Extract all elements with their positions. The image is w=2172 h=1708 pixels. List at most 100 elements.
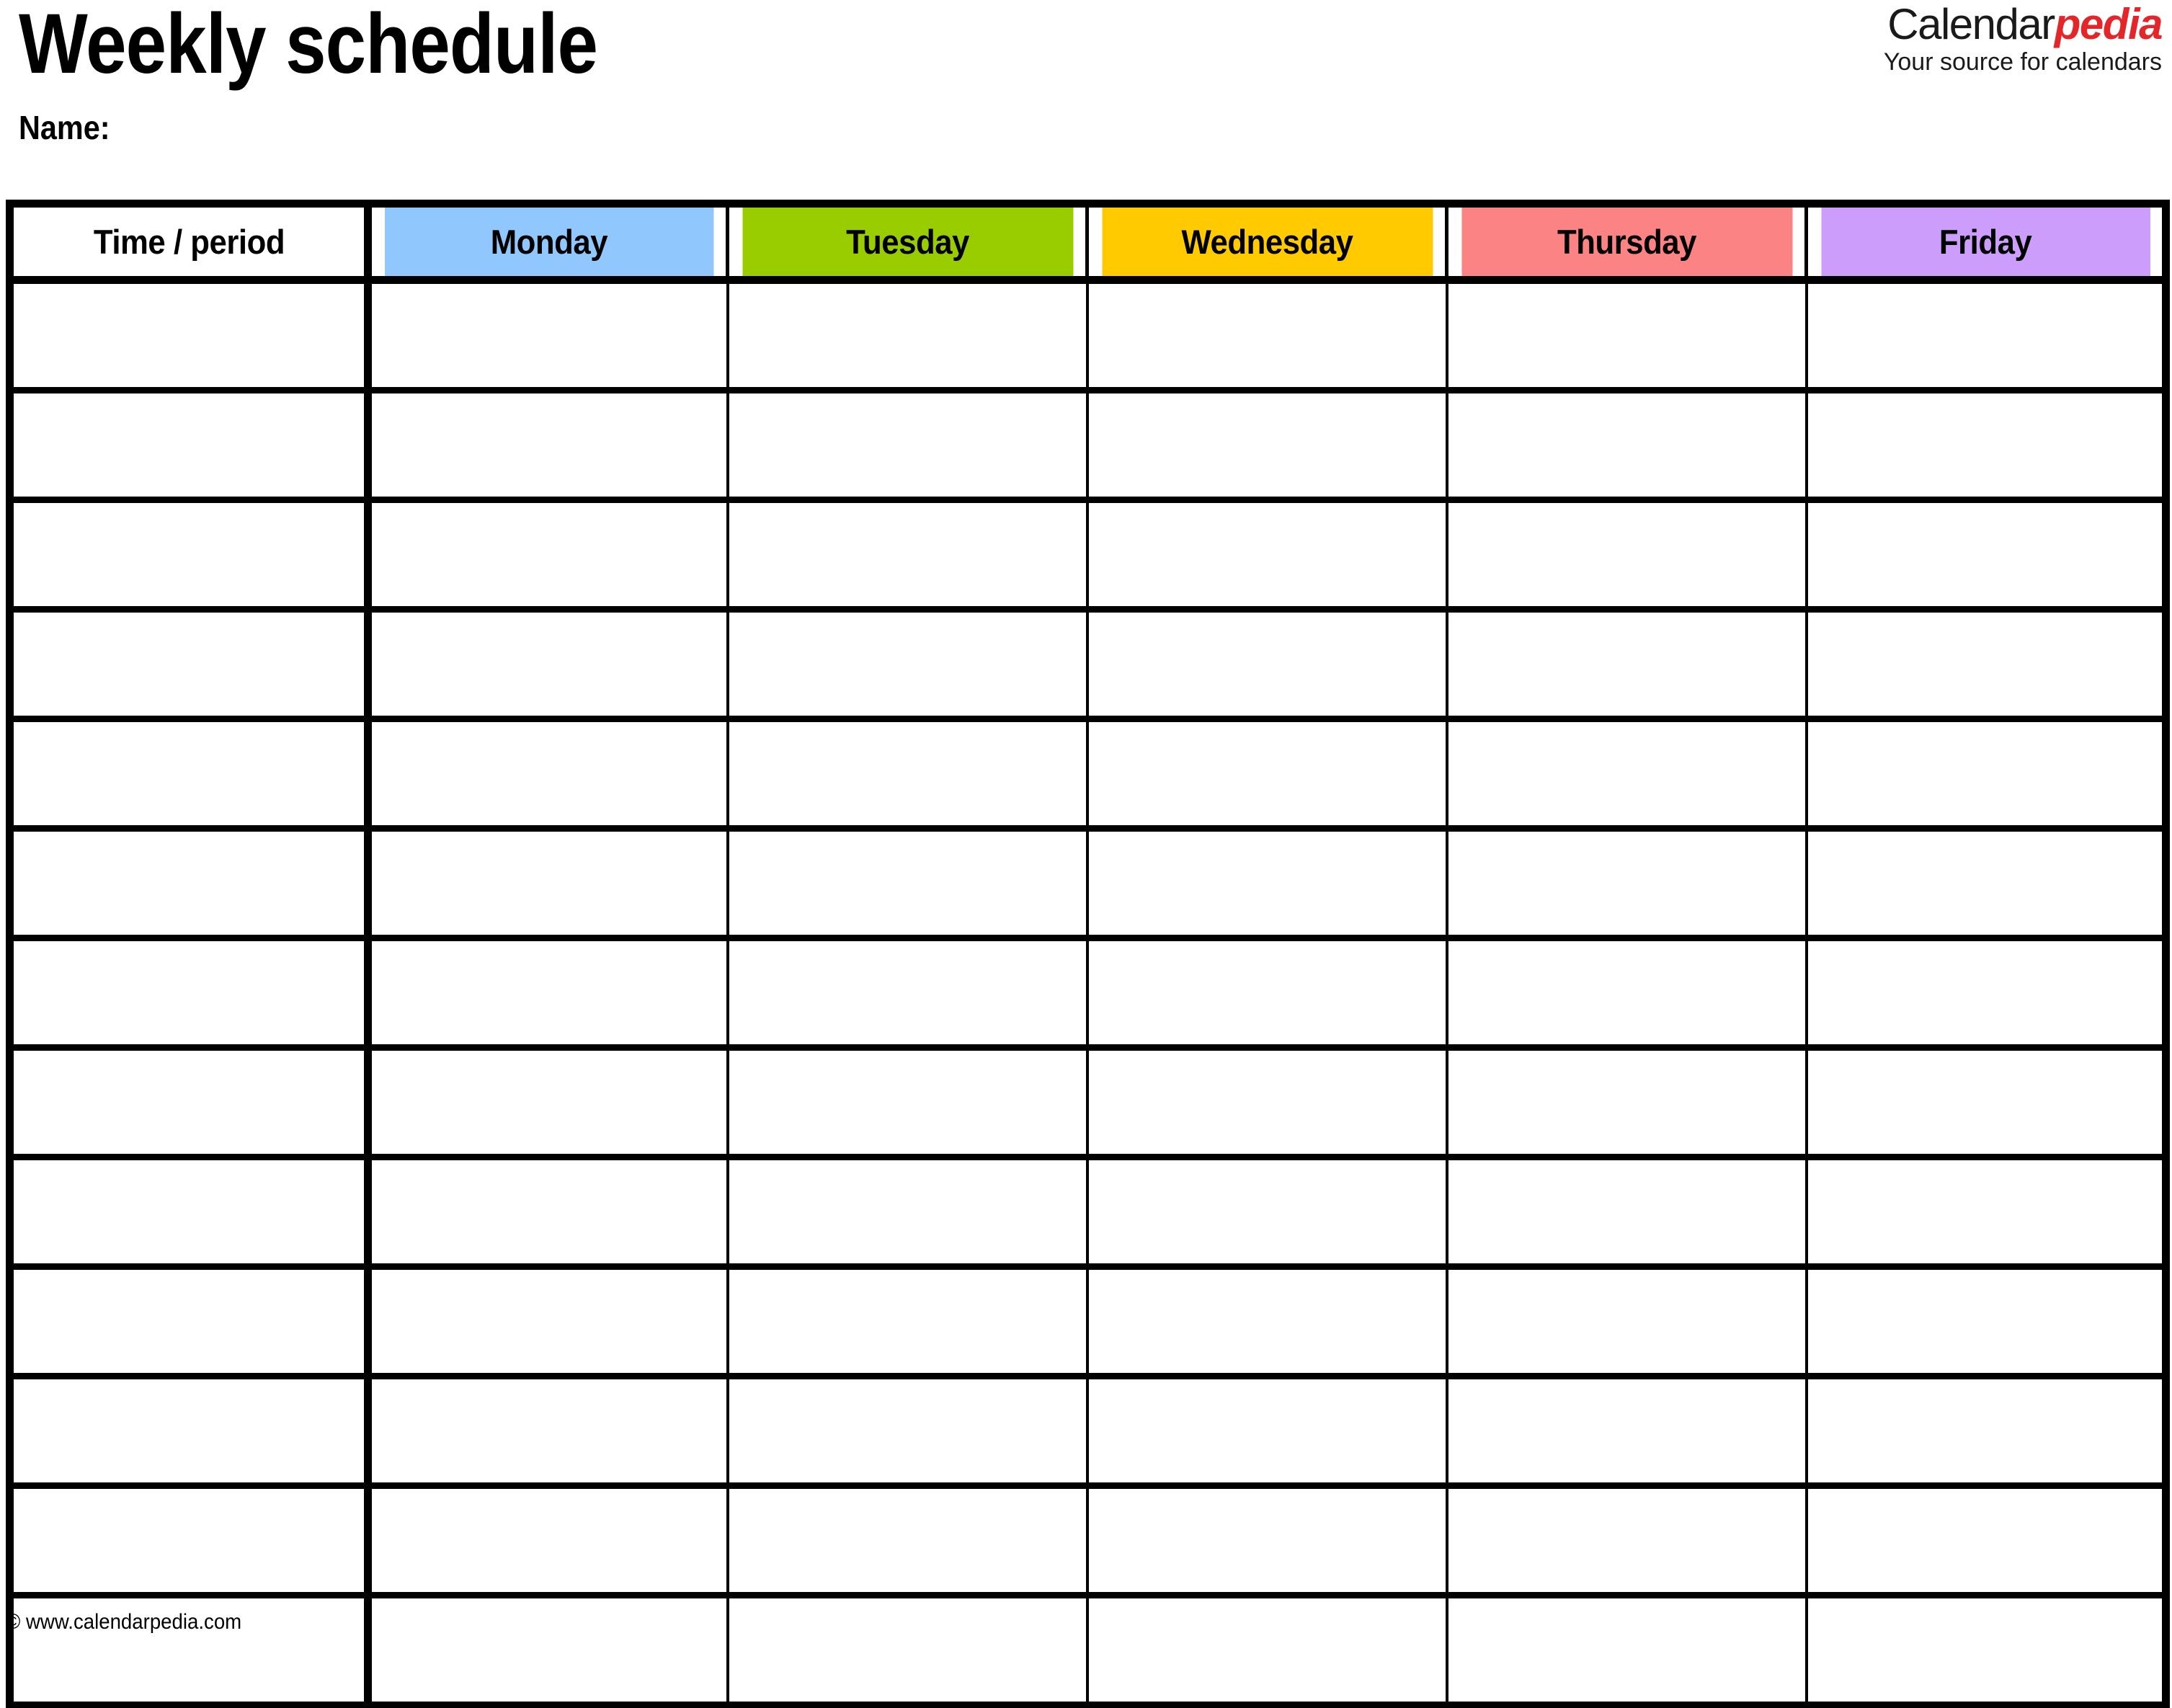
schedule-row <box>6 277 2170 391</box>
time-period-cell[interactable] <box>6 387 372 500</box>
schedule-cell-wednesday[interactable] <box>1085 1592 1448 1708</box>
column-header-monday: Monday <box>378 200 717 284</box>
schedule-row <box>6 1482 2170 1596</box>
schedule-cell-wednesday[interactable] <box>1085 277 1448 391</box>
schedule-cell-monday[interactable] <box>366 277 729 391</box>
schedule-cell-friday[interactable] <box>1804 716 2170 829</box>
schedule-cell-friday[interactable] <box>1804 1373 2170 1486</box>
schedule-cell-thursday[interactable] <box>1445 1154 1808 1267</box>
schedule-cell-monday[interactable] <box>366 1044 729 1157</box>
schedule-cell-friday[interactable] <box>1804 1044 2170 1157</box>
brand-tagline: Your source for calendars <box>1883 48 2162 76</box>
brand-wordmark: Calendarpedia <box>1884 0 2163 48</box>
schedule-cell-tuesday[interactable] <box>726 497 1089 610</box>
schedule-cell-thursday[interactable] <box>1445 277 1808 391</box>
schedule-cell-thursday[interactable] <box>1445 825 1808 938</box>
schedule-cell-friday[interactable] <box>1804 606 2170 719</box>
column-header-wednesday: Wednesday <box>1098 200 1436 284</box>
schedule-cell-thursday[interactable] <box>1445 935 1808 1048</box>
schedule-cell-tuesday[interactable] <box>726 1263 1089 1376</box>
schedule-row <box>6 1373 2170 1486</box>
schedule-cell-monday[interactable] <box>366 606 729 719</box>
brand-name-accent: pedia <box>2054 0 2163 48</box>
calendarpedia-logo: Calendarpedia Your source for calendars <box>1883 0 2163 76</box>
schedule-row <box>6 387 2170 500</box>
schedule-cell-wednesday[interactable] <box>1085 1263 1448 1376</box>
schedule-cell-tuesday[interactable] <box>726 387 1089 500</box>
schedule-cell-tuesday[interactable] <box>726 1373 1089 1486</box>
schedule-cell-friday[interactable] <box>1804 277 2170 391</box>
time-period-cell[interactable] <box>6 825 372 938</box>
schedule-cell-friday[interactable] <box>1804 935 2170 1048</box>
schedule-cell-monday[interactable] <box>366 716 729 829</box>
brand-name-primary: Calendar <box>1887 0 2055 48</box>
column-header-time-period: Time / period <box>18 200 360 284</box>
time-period-cell[interactable] <box>6 935 372 1048</box>
schedule-cell-monday[interactable] <box>366 387 729 500</box>
time-period-cell[interactable] <box>6 497 372 610</box>
schedule-cell-monday[interactable] <box>366 1263 729 1376</box>
schedule-cell-thursday[interactable] <box>1445 1592 1808 1708</box>
schedule-cell-friday[interactable] <box>1804 1592 2170 1708</box>
schedule-cell-wednesday[interactable] <box>1085 935 1448 1048</box>
schedule-cell-thursday[interactable] <box>1445 1263 1808 1376</box>
schedule-cell-wednesday[interactable] <box>1085 1154 1448 1267</box>
schedule-cell-tuesday[interactable] <box>726 1154 1089 1267</box>
schedule-cell-monday[interactable] <box>366 1373 729 1486</box>
schedule-cell-wednesday[interactable] <box>1085 1044 1448 1157</box>
schedule-cell-tuesday[interactable] <box>726 716 1089 829</box>
schedule-cell-tuesday[interactable] <box>726 825 1089 938</box>
schedule-cell-monday[interactable] <box>366 825 729 938</box>
schedule-cell-friday[interactable] <box>1804 1263 2170 1376</box>
schedule-cell-tuesday[interactable] <box>726 1592 1089 1708</box>
time-period-cell[interactable] <box>6 606 372 719</box>
schedule-cell-monday[interactable] <box>366 1482 729 1596</box>
schedule-cell-tuesday[interactable] <box>726 606 1089 719</box>
page-header: Weekly schedule Name: Calendarpedia Your… <box>0 0 2172 189</box>
schedule-cell-monday[interactable] <box>366 935 729 1048</box>
schedule-cell-thursday[interactable] <box>1445 1044 1808 1157</box>
column-header-friday: Friday <box>1817 200 2158 284</box>
schedule-cell-friday[interactable] <box>1804 1482 2170 1596</box>
schedule-row <box>6 606 2170 719</box>
schedule-cell-friday[interactable] <box>1804 1154 2170 1267</box>
schedule-cell-wednesday[interactable] <box>1085 716 1448 829</box>
schedule-table-container: Time / period Monday Tuesday Wednesday Thurs… <box>6 200 2170 1708</box>
schedule-cell-monday[interactable] <box>366 497 729 610</box>
time-period-cell[interactable] <box>6 716 372 829</box>
schedule-cell-monday[interactable] <box>366 1592 729 1708</box>
schedule-cell-tuesday[interactable] <box>726 277 1089 391</box>
schedule-cell-thursday[interactable] <box>1445 1482 1808 1596</box>
schedule-header-row-group: Time / period Monday Tuesday Wednesday Thurs… <box>10 200 2166 284</box>
time-period-cell[interactable] <box>6 1373 372 1486</box>
name-field-label: Name: <box>19 109 110 146</box>
schedule-cell-wednesday[interactable] <box>1085 387 1448 500</box>
time-period-cell[interactable] <box>6 1044 372 1157</box>
schedule-cell-friday[interactable] <box>1804 825 2170 938</box>
schedule-cell-tuesday[interactable] <box>726 1482 1089 1596</box>
schedule-row <box>6 825 2170 938</box>
time-period-cell[interactable] <box>6 1482 372 1596</box>
weekly-schedule-table: Time / period Monday Tuesday Wednesday Thurs… <box>6 200 2170 1708</box>
schedule-cell-wednesday[interactable] <box>1085 497 1448 610</box>
schedule-row <box>6 497 2170 610</box>
schedule-cell-wednesday[interactable] <box>1085 1373 1448 1486</box>
schedule-cell-friday[interactable] <box>1804 497 2170 610</box>
schedule-cell-tuesday[interactable] <box>726 1044 1089 1157</box>
schedule-cell-wednesday[interactable] <box>1085 606 1448 719</box>
time-period-cell[interactable] <box>6 1263 372 1376</box>
column-header-thursday: Thursday <box>1457 200 1796 284</box>
schedule-cell-monday[interactable] <box>366 1154 729 1267</box>
schedule-cell-thursday[interactable] <box>1445 387 1808 500</box>
schedule-cell-tuesday[interactable] <box>726 935 1089 1048</box>
schedule-cell-thursday[interactable] <box>1445 497 1808 610</box>
schedule-cell-friday[interactable] <box>1804 387 2170 500</box>
schedule-cell-thursday[interactable] <box>1445 606 1808 719</box>
schedule-cell-wednesday[interactable] <box>1085 1482 1448 1596</box>
weekly-schedule-page: Weekly schedule Name: Calendarpedia Your… <box>0 0 2172 1708</box>
time-period-cell[interactable] <box>6 1154 372 1267</box>
time-period-cell[interactable] <box>6 277 372 391</box>
schedule-cell-thursday[interactable] <box>1445 1373 1808 1486</box>
schedule-cell-thursday[interactable] <box>1445 716 1808 829</box>
schedule-cell-wednesday[interactable] <box>1085 825 1448 938</box>
